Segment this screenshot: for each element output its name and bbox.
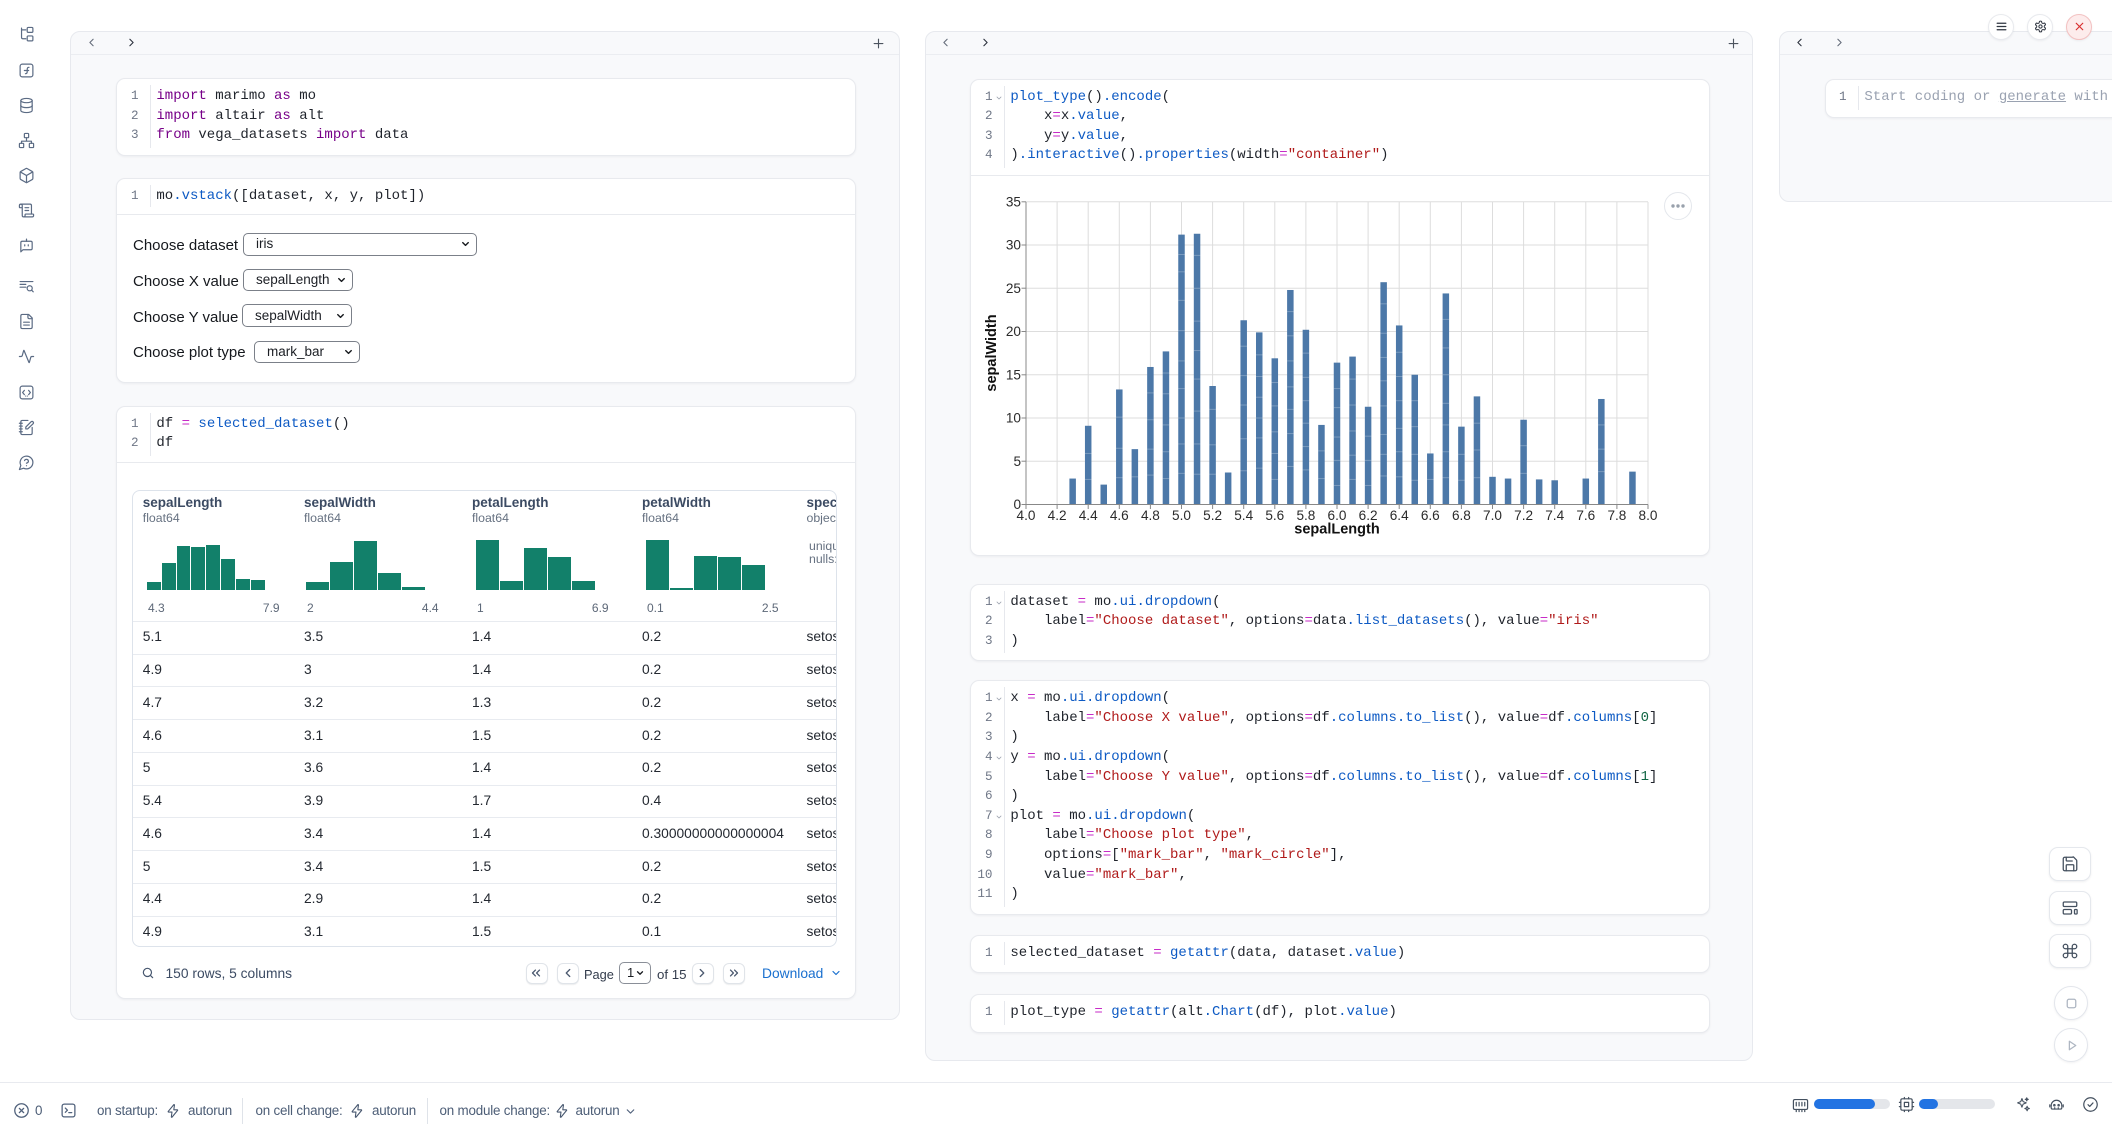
svg-text:15: 15	[1006, 367, 1021, 382]
svg-text:sepalWidth: sepalWidth	[984, 314, 1000, 391]
svg-text:5.4: 5.4	[1234, 508, 1253, 523]
svg-text:0: 0	[1013, 497, 1021, 512]
svg-text:sepalLength: sepalLength	[1294, 522, 1379, 538]
svg-text:5.6: 5.6	[1265, 508, 1284, 523]
svg-text:30: 30	[1006, 238, 1022, 253]
svg-text:4.6: 4.6	[1110, 508, 1129, 523]
svg-text:6.4: 6.4	[1390, 508, 1409, 523]
svg-text:25: 25	[1006, 281, 1021, 296]
svg-text:35: 35	[1006, 194, 1021, 209]
svg-text:4.2: 4.2	[1048, 508, 1067, 523]
svg-text:5.0: 5.0	[1172, 508, 1191, 523]
svg-text:4.8: 4.8	[1141, 508, 1160, 523]
svg-text:5.2: 5.2	[1203, 508, 1222, 523]
svg-text:5: 5	[1013, 454, 1021, 469]
svg-text:10: 10	[1006, 411, 1022, 426]
svg-text:20: 20	[1006, 324, 1022, 339]
svg-text:6.8: 6.8	[1452, 508, 1471, 523]
svg-text:6.6: 6.6	[1421, 508, 1440, 523]
svg-text:7.0: 7.0	[1483, 508, 1502, 523]
svg-text:7.4: 7.4	[1545, 508, 1564, 523]
svg-text:8.0: 8.0	[1639, 508, 1658, 523]
svg-text:7.8: 7.8	[1607, 508, 1626, 523]
svg-text:7.6: 7.6	[1576, 508, 1595, 523]
svg-text:7.2: 7.2	[1514, 508, 1533, 523]
svg-text:4.4: 4.4	[1079, 508, 1098, 523]
